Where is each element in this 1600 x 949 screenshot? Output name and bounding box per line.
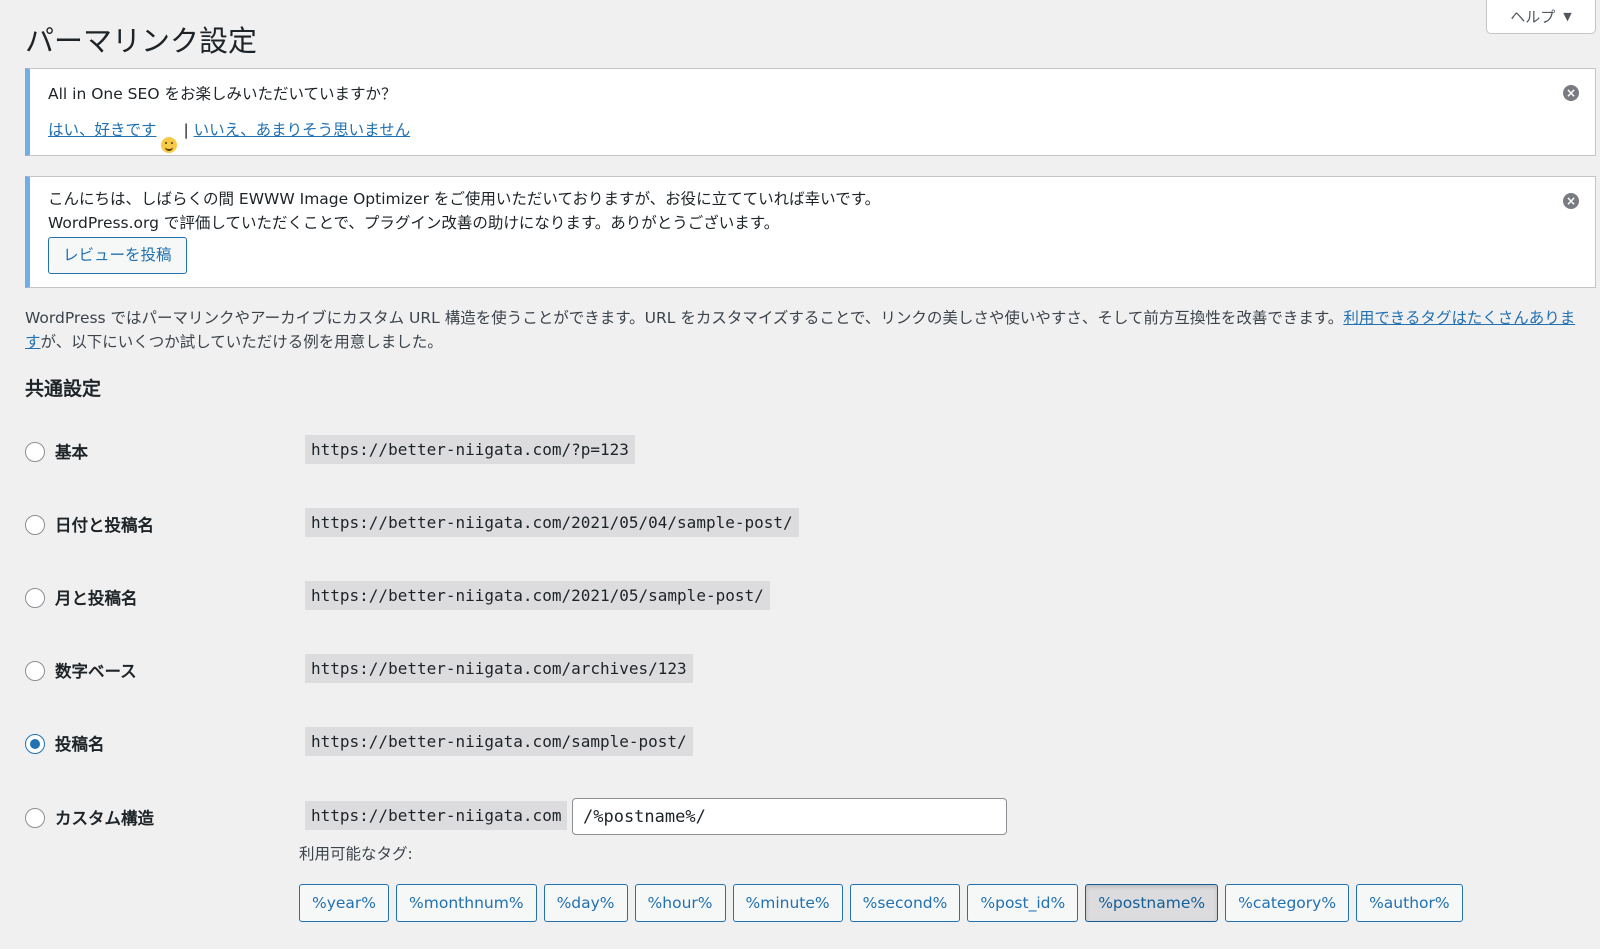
post-review-button[interactable]: レビューを投稿 [48,237,187,274]
smiley-icon: :) [160,137,177,153]
option-row-month-name[interactable]: 月と投稿名 https://better-niigata.com/2021/05… [25,579,1525,615]
tag-button-second[interactable]: %second% [849,884,961,922]
available-tags-list: %year% %monthnum% %day% %hour% %minute% … [299,884,1463,922]
option-label-numeric: 数字ベース [55,662,137,681]
radio-day-name[interactable] [25,515,45,535]
available-tags-label: 利用可能なタグ: [299,845,413,863]
close-circle-icon[interactable]: × [1563,193,1579,209]
permalink-intro-text: WordPress ではパーマリンクやアーカイブにカスタム URL 構造を使うこ… [25,306,1590,354]
custom-structure-input[interactable] [572,798,1007,835]
option-label-plain: 基本 [55,443,88,462]
ewww-notice-line2: WordPress.org で評価していただくことで、プラグイン改善の助けになり… [48,214,780,232]
example-url-post-name: https://better-niigata.com/sample-post/ [305,727,693,756]
intro-text-before: WordPress ではパーマリンクやアーカイブにカスタム URL 構造を使うこ… [25,309,1344,327]
radio-numeric[interactable] [25,661,45,681]
tag-button-hour[interactable]: %hour% [634,884,726,922]
link-separator: | [183,121,189,139]
option-row-plain[interactable]: 基本 https://better-niigata.com/?p=123 [25,433,1525,469]
option-row-day-name[interactable]: 日付と投稿名 https://better-niigata.com/2021/0… [25,506,1525,542]
close-circle-icon[interactable]: × [1563,85,1579,101]
yes-like-link[interactable]: はい、好きです [48,121,157,139]
common-settings-heading: 共通設定 [25,378,102,400]
example-url-day-name: https://better-niigata.com/2021/05/04/sa… [305,508,799,537]
example-url-month-name: https://better-niigata.com/2021/05/sampl… [305,581,770,610]
no-dislike-link[interactable]: いいえ、あまりそう思いません [194,121,411,139]
example-url-plain: https://better-niigata.com/?p=123 [305,435,635,464]
option-label-custom: カスタム構造 [55,809,154,828]
ewww-notice-line1: こんにちは、しばらくの間 EWWW Image Optimizer をご使用いた… [48,190,881,208]
radio-custom[interactable] [25,808,45,828]
ewww-review-notice: こんにちは、しばらくの間 EWWW Image Optimizer をご使用いた… [25,176,1596,288]
tag-button-category[interactable]: %category% [1225,884,1350,922]
help-tab-label: ヘルプ [1510,8,1556,26]
tag-button-author[interactable]: %author% [1356,884,1463,922]
page-title: パーマリンク設定 [25,24,258,58]
seo-feedback-notice: All in One SEO をお楽しみいただいていますか？ はい、好きです:)… [25,68,1596,156]
help-tab-button[interactable]: ヘルプ ▼ [1486,0,1596,34]
radio-post-name[interactable] [25,734,45,754]
intro-text-after: が、以下にいくつか試していただける例を用意しました。 [40,333,443,351]
tag-button-year[interactable]: %year% [299,884,390,922]
ewww-notice-text: こんにちは、しばらくの間 EWWW Image Optimizer をご使用いた… [48,187,880,235]
option-row-numeric[interactable]: 数字ベース https://better-niigata.com/archive… [25,652,1525,688]
option-label-month-name: 月と投稿名 [55,589,138,608]
tag-button-day[interactable]: %day% [543,884,628,922]
tag-button-minute[interactable]: %minute% [732,884,843,922]
option-row-post-name[interactable]: 投稿名 https://better-niigata.com/sample-po… [25,725,1525,761]
seo-notice-text: All in One SEO をお楽しみいただいていますか？ [48,85,397,103]
radio-plain[interactable] [25,442,45,462]
caret-down-icon: ▼ [1563,10,1572,23]
option-label-post-name: 投稿名 [55,735,105,754]
tag-button-postname[interactable]: %postname% [1085,884,1219,922]
example-url-numeric: https://better-niigata.com/archives/123 [305,654,693,683]
seo-notice-links: はい、好きです:) | いいえ、あまりそう思いません [48,118,410,153]
tag-button-monthnum[interactable]: %monthnum% [396,884,537,922]
radio-month-name[interactable] [25,588,45,608]
option-label-day-name: 日付と投稿名 [55,516,154,535]
tag-button-post-id[interactable]: %post_id% [967,884,1079,922]
custom-structure-base-url: https://better-niigata.com [305,801,568,830]
